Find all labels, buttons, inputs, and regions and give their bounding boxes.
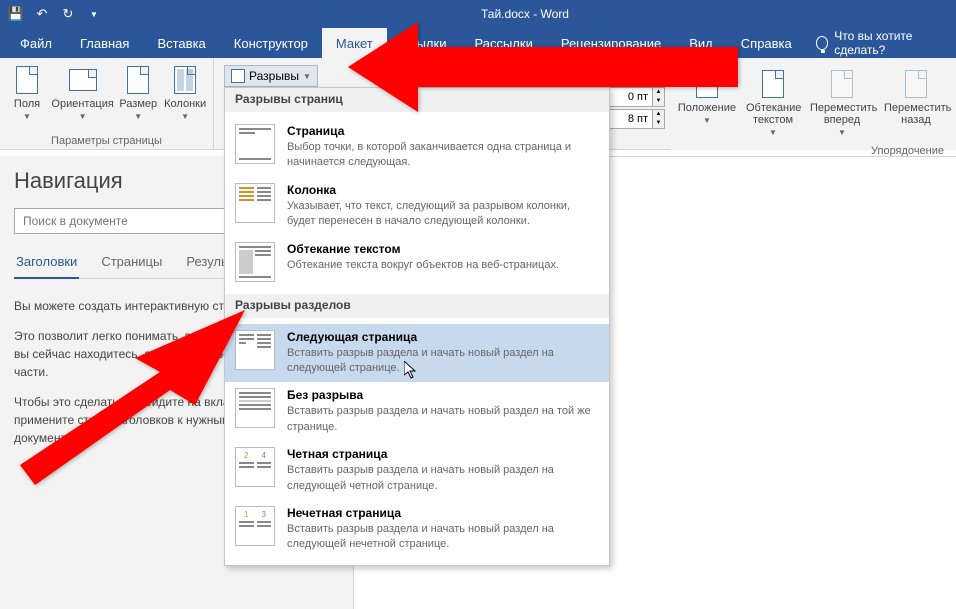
send-backward-button[interactable]: Переместить назад [880,66,952,139]
save-icon[interactable]: 💾 [8,6,24,22]
bulb-icon [816,36,828,50]
odd-page-icon: 1 3 [235,506,275,546]
dd-item-even-page[interactable]: 2 4 Четная страницаВставить разрыв разде… [225,441,609,500]
tab-home[interactable]: Главная [66,28,143,58]
cursor-icon [404,361,418,382]
qat-dropdown-icon[interactable]: ▼ [86,6,102,22]
undo-icon[interactable]: ↶ [34,6,50,22]
annotation-arrow-bottom [20,310,245,488]
tab-design[interactable]: Конструктор [220,28,322,58]
bring-forward-button[interactable]: Переместить вперед ▼ [806,66,878,139]
redo-icon[interactable]: ↻ [60,6,76,22]
nav-tab-pages[interactable]: Страницы [99,248,164,278]
chevron-down-icon: ▼ [303,72,311,81]
group-label-pagesetup: Параметры страницы [6,133,207,147]
breaks-label: Разрывы [249,69,299,83]
page-break-icon [235,124,275,164]
orientation-button[interactable]: Ориентация ▼ [52,62,113,123]
breaks-dropdown: Разрывы страниц СтраницаВыбор точки, в к… [224,87,610,566]
nav-tab-headings[interactable]: Заголовки [14,248,79,279]
dd-item-continuous[interactable]: Без разрываВставить разрыв раздела и нач… [225,382,609,441]
group-label-arrange: Упорядочение [674,141,952,157]
spinner-down[interactable]: ▼ [652,119,664,128]
tab-insert[interactable]: Вставка [143,28,219,58]
text-wrap-icon [235,242,275,282]
group-page-setup: Поля ▼ Ориентация ▼ Размер ▼ Колонки ▼ П… [0,58,214,149]
column-break-icon [235,183,275,223]
size-button[interactable]: Размер ▼ [117,62,159,123]
tell-me[interactable]: Что вы хотите сделать? [816,29,950,57]
window-title: Тай.docx - Word [102,7,948,21]
tab-help[interactable]: Справка [727,28,806,58]
dd-section-section-breaks: Разрывы разделов [225,294,609,318]
margins-button[interactable]: Поля ▼ [6,62,48,123]
dd-item-column[interactable]: КолонкаУказывает, что текст, следующий з… [225,177,609,236]
tab-file[interactable]: Файл [6,28,66,58]
dd-item-odd-page[interactable]: 1 3 Нечетная страницаВставить разрыв раз… [225,500,609,559]
tell-me-label: Что вы хотите сделать? [834,29,950,57]
columns-button[interactable]: Колонки ▼ [163,62,207,123]
breaks-button[interactable]: Разрывы ▼ [224,65,318,87]
dd-item-text-wrapping[interactable]: Обтекание текстомОбтекание текста вокруг… [225,236,609,288]
quick-access-toolbar: 💾 ↶ ↻ ▼ [8,6,102,22]
wrap-text-button[interactable]: Обтекание текстом ▼ [742,66,804,139]
dd-item-page[interactable]: СтраницаВыбор точки, в которой заканчива… [225,118,609,177]
breaks-icon [231,69,245,83]
annotation-arrow-top [348,22,738,115]
